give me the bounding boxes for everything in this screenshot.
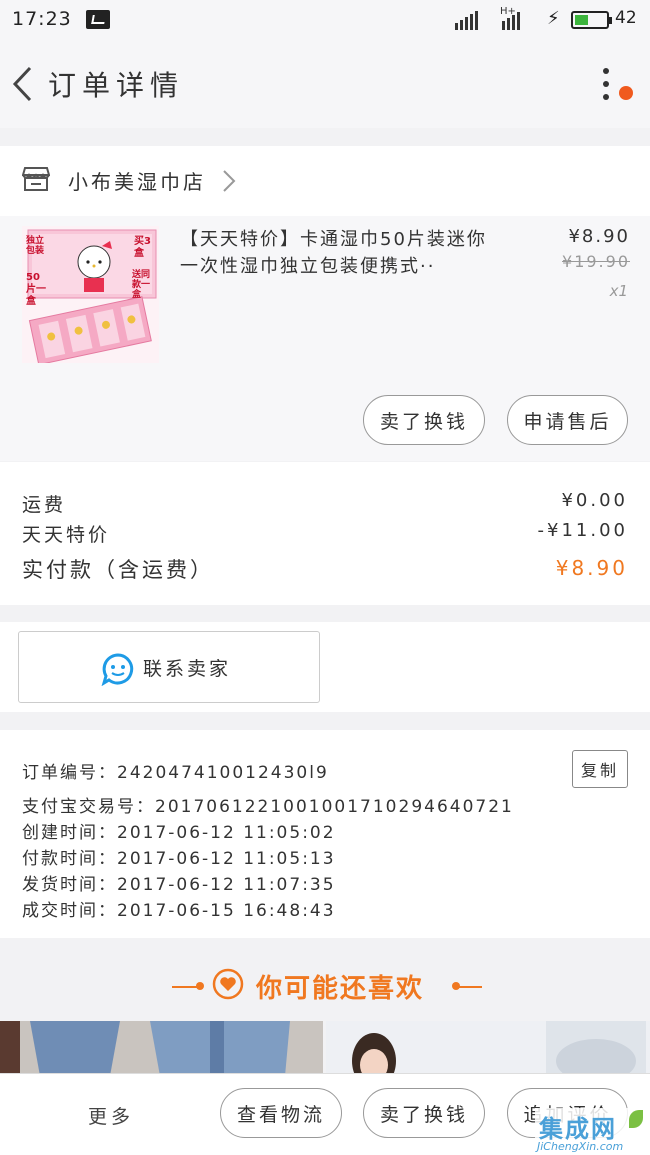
- image-text-3: 买3盒: [134, 236, 151, 259]
- recommend-item-image[interactable]: [0, 1021, 323, 1076]
- recommend-item-image[interactable]: [326, 1021, 650, 1076]
- decor-dot-left: [196, 982, 204, 990]
- product-quantity: x1: [609, 282, 628, 300]
- discount-label: 天天特价: [22, 524, 111, 546]
- order-info: 订单编号：242047410012430l9 复制 支付宝交易号：2017061…: [0, 730, 650, 938]
- shop-row[interactable]: 小布美湿巾店: [0, 146, 650, 216]
- shipping-label: 运费: [22, 494, 67, 516]
- page-title: 订单详情: [48, 69, 185, 102]
- sell-item-bottom-button[interactable]: 卖了换钱: [363, 1088, 485, 1138]
- apply-after-sale-button[interactable]: 申请售后: [507, 395, 628, 445]
- decor-line-right: [454, 986, 482, 988]
- battery-icon: [571, 11, 612, 29]
- shipped-time: 发货时间：2017-06-12 11:07:35: [22, 875, 336, 895]
- product-card: 独立包装 50片一盒 买3盒 送同款一盒 【天天特价】卡通湿巾50片装迷你一次性…: [0, 216, 650, 461]
- image-text-4: 送同款一盒: [132, 270, 151, 300]
- notification-dot: [619, 86, 633, 100]
- store-icon: [22, 167, 50, 191]
- watermark-text: 集成网: [539, 1115, 617, 1143]
- image-text-1: 独立包装: [26, 236, 45, 256]
- alipay-transaction-number: 支付宝交易号：2017061221001001710294640721: [22, 797, 514, 817]
- order-number: 订单编号：242047410012430l9: [22, 763, 329, 783]
- total-label: 实付款（含运费）: [22, 558, 214, 582]
- fee-summary: 运费 ¥0.00 天天特价 -¥11.00 实付款（含运费） ¥8.90: [0, 462, 650, 605]
- copy-button[interactable]: 复制: [572, 750, 628, 788]
- recommend-title: 你可能还喜欢: [256, 974, 425, 1004]
- more-button[interactable]: 更多: [88, 1102, 134, 1129]
- heart-icon: [212, 968, 244, 1000]
- total-value: ¥8.90: [555, 556, 628, 580]
- recommend-header: 你可能还喜欢: [0, 938, 650, 1022]
- chat-bubble-icon: [101, 653, 134, 686]
- mobile-signal-icon: [502, 10, 520, 30]
- created-time: 创建时间：2017-06-12 11:05:02: [22, 823, 336, 843]
- charging-icon: ⚡: [547, 8, 560, 29]
- product-original-price: ¥19.90: [562, 252, 630, 271]
- back-arrow-icon[interactable]: [10, 64, 36, 104]
- more-options-icon[interactable]: [592, 64, 620, 104]
- discount-value: -¥11.00: [537, 520, 628, 541]
- product-image[interactable]: 独立包装 50片一盒 买3盒 送同款一盒: [22, 226, 159, 363]
- battery-level: 42: [615, 8, 637, 28]
- chevron-right-icon: [223, 170, 236, 192]
- shipping-value: ¥0.00: [561, 490, 628, 511]
- image-text-2: 50片一盒: [26, 272, 46, 307]
- contact-seller-label: 联系卖家: [143, 658, 232, 680]
- watermark-logo: 集成网 JiChengXin.com: [535, 1106, 650, 1155]
- header: 订单详情: [0, 40, 650, 128]
- completed-time: 成交时间：2017-06-15 16:48:43: [22, 901, 336, 921]
- watermark-url: JiChengXin.com: [537, 1140, 624, 1153]
- product-title[interactable]: 【天天特价】卡通湿巾50片装迷你一次性湿巾独立包装便携式··: [180, 226, 500, 280]
- product-price: ¥8.90: [568, 226, 630, 247]
- contact-seller-button[interactable]: 联系卖家: [18, 631, 320, 703]
- paid-time: 付款时间：2017-06-12 11:05:13: [22, 849, 336, 869]
- signal-strength-icon: [455, 10, 478, 30]
- sell-item-button[interactable]: 卖了换钱: [363, 395, 485, 445]
- status-bar: 17:23 H+ ⚡ 42: [0, 0, 650, 40]
- view-logistics-button[interactable]: 查看物流: [220, 1088, 342, 1138]
- message-notification-icon: [86, 10, 110, 29]
- status-time: 17:23: [12, 8, 72, 30]
- shop-name[interactable]: 小布美湿巾店: [68, 166, 206, 195]
- contact-section: 联系卖家: [0, 622, 650, 712]
